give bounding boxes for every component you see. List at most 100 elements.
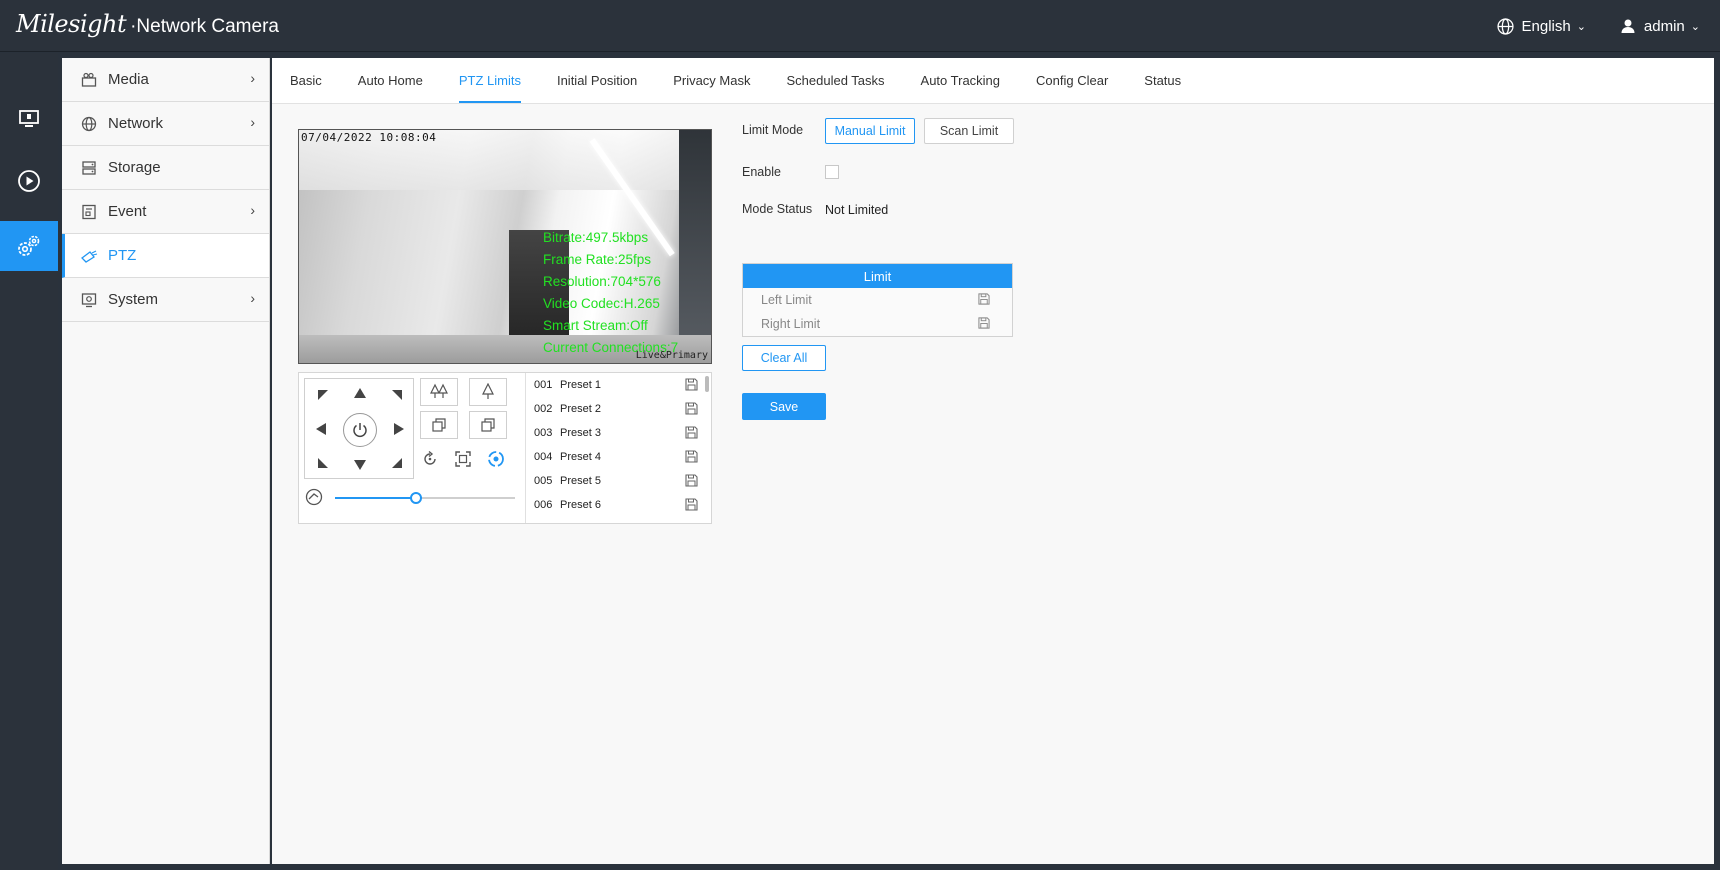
enable-checkbox[interactable] (825, 165, 839, 179)
save-icon[interactable] (685, 450, 698, 466)
manual-limit-button[interactable]: Manual Limit (825, 118, 915, 144)
globe-icon (1496, 17, 1514, 35)
tilt-down-button[interactable] (352, 457, 368, 473)
tab-status[interactable]: Status (1144, 73, 1181, 103)
pan-down-right-button[interactable] (389, 455, 405, 471)
save-icon[interactable] (685, 498, 698, 514)
user-name: admin (1643, 17, 1685, 35)
tab-auto-home[interactable]: Auto Home (358, 73, 423, 103)
save-icon[interactable] (685, 426, 698, 442)
tab-privacy-mask[interactable]: Privacy Mask (673, 73, 750, 103)
save-button[interactable]: Save (742, 393, 826, 420)
osd-line: Smart Stream:Off (543, 318, 648, 333)
sidebar-item-label: Media (108, 71, 149, 88)
brand-logo: Milesight (16, 10, 127, 38)
language-selector[interactable]: English ⌄ (1496, 17, 1586, 35)
tracking-icon (488, 451, 504, 467)
arrow-down-right-icon (392, 458, 402, 468)
zoom-in-button[interactable] (469, 411, 507, 439)
list-item[interactable]: 001 Preset 1 (526, 373, 712, 397)
brand: Milesight ·Network Camera (16, 10, 279, 38)
save-icon[interactable] (685, 402, 698, 418)
limit-mode-label: Limit Mode (742, 123, 804, 137)
sidebar-item-label: Event (108, 203, 147, 220)
tab-auto-tracking[interactable]: Auto Tracking (921, 73, 1001, 103)
right-limit-row: Right Limit (743, 312, 1012, 336)
list-item[interactable]: 006 Preset 6 (526, 493, 712, 517)
sidebar-item-ptz[interactable]: PTZ (62, 234, 269, 278)
ptz-reset-button[interactable] (343, 413, 377, 447)
clear-all-button[interactable]: Clear All (742, 345, 826, 371)
left-limit-label: Left Limit (761, 293, 812, 307)
stream-label: Live&Primary (635, 350, 708, 361)
pan-left-button[interactable] (313, 421, 329, 437)
list-item[interactable]: 003 Preset 3 (526, 421, 712, 445)
tab-config-clear[interactable]: Config Clear (1036, 73, 1108, 103)
main-panel: Basic Auto Home PTZ Limits Initial Posit… (272, 58, 1714, 864)
sidebar-item-event[interactable]: Event › (62, 190, 269, 234)
tab-ptz-limits[interactable]: PTZ Limits (458, 73, 521, 103)
ptz-control-panel: 001 Preset 1 002 Preset 2 003 Preset 3 0… (298, 372, 712, 524)
auto-tracking-button[interactable] (485, 448, 507, 470)
direction-pad (304, 378, 414, 479)
preset-name: Preset 5 (560, 475, 601, 487)
arrow-up-left-icon (318, 390, 328, 400)
chevron-right-icon: › (250, 290, 255, 306)
arrow-right-icon (394, 423, 404, 435)
pan-down-left-button[interactable] (315, 455, 331, 471)
slider-fill (335, 497, 416, 499)
sidebar-item-storage[interactable]: Storage (62, 146, 269, 190)
focus-far-button[interactable] (420, 378, 458, 406)
auto-scan-button[interactable] (419, 448, 441, 470)
preset-name: Preset 3 (560, 427, 601, 439)
pan-right-button[interactable] (391, 421, 407, 437)
tab-scheduled-tasks[interactable]: Scheduled Tasks (786, 73, 884, 103)
video-osd: Bitrate:497.5kbps Frame Rate:25fps Resol… (543, 227, 678, 359)
save-icon[interactable] (685, 378, 698, 394)
arrow-left-icon (316, 423, 326, 435)
pan-up-left-button[interactable] (315, 387, 331, 403)
sidebar-item-media[interactable]: Media › (62, 58, 269, 102)
osd-line: Video Codec:H.265 (543, 296, 660, 311)
settings-button[interactable] (0, 221, 58, 271)
chevron-down-icon: ⌄ (1576, 20, 1586, 33)
playback-button[interactable] (0, 156, 58, 206)
right-limit-label: Right Limit (761, 317, 821, 331)
enable-label: Enable (742, 165, 781, 179)
osd-line: Bitrate:497.5kbps (543, 230, 649, 245)
user-menu[interactable]: admin ⌄ (1620, 18, 1700, 35)
tab-bar: Basic Auto Home PTZ Limits Initial Posit… (272, 58, 1714, 104)
preset-name: Preset 6 (560, 499, 601, 511)
tilt-up-button[interactable] (352, 385, 368, 401)
tab-initial-position[interactable]: Initial Position (557, 73, 637, 103)
sidebar-item-label: System (108, 291, 159, 308)
live-view-button[interactable] (0, 94, 58, 144)
area-zoom-button[interactable] (452, 448, 474, 470)
zoom-out-button[interactable] (420, 411, 458, 439)
save-icon[interactable] (685, 474, 698, 490)
osd-line: Resolution:704*576 (543, 274, 661, 289)
sidebar-item-system[interactable]: System › (62, 278, 269, 322)
sidebar-item-label: Network (108, 115, 164, 132)
globe-icon (80, 115, 98, 133)
live-video[interactable]: 07/04/2022 10:08:04 Bitrate:497.5kbps Fr… (298, 129, 712, 364)
rotate-icon (424, 450, 436, 465)
tab-basic[interactable]: Basic (290, 73, 322, 103)
mode-status-label: Mode Status (742, 202, 813, 216)
save-icon[interactable] (978, 293, 990, 308)
save-icon[interactable] (978, 317, 990, 332)
list-item[interactable]: 002 Preset 2 (526, 397, 712, 421)
frame-icon (455, 451, 471, 467)
scan-limit-button[interactable]: Scan Limit (924, 118, 1014, 144)
slider-thumb[interactable] (410, 492, 422, 504)
chevron-right-icon: › (250, 202, 255, 218)
focus-near-button[interactable] (469, 378, 507, 406)
mode-status-value: Not Limited (825, 203, 889, 217)
list-item[interactable]: 004 Preset 4 (526, 445, 712, 469)
list-item[interactable]: 005 Preset 5 (526, 469, 712, 493)
pan-up-right-button[interactable] (389, 387, 405, 403)
ptz-speed-slider[interactable] (335, 492, 515, 504)
event-icon (80, 203, 98, 221)
play-icon (18, 170, 40, 192)
sidebar-item-network[interactable]: Network › (62, 102, 269, 146)
